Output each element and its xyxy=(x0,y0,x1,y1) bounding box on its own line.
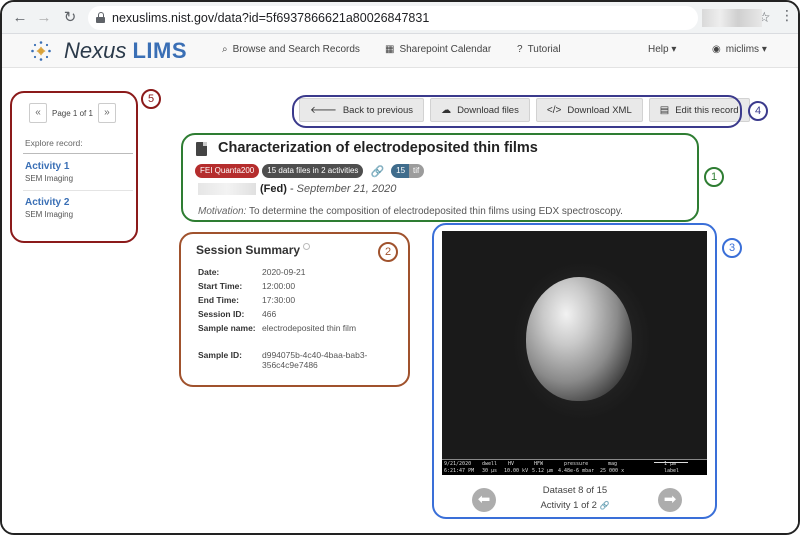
callout-number-4: 4 xyxy=(748,101,768,121)
question-icon: ? xyxy=(517,44,523,55)
callout-box-5 xyxy=(10,91,138,243)
nav-help-label: Help xyxy=(648,44,669,55)
callout-box-2 xyxy=(179,232,410,387)
callout-number-5: 5 xyxy=(141,89,161,109)
url-text[interactable]: nexuslims.nist.gov/data?id=5f6937866621a… xyxy=(112,11,429,25)
nav-help[interactable]: Help ▾ xyxy=(648,44,676,55)
brand-nexus: Nexus xyxy=(64,38,127,63)
user-icon: ◉ xyxy=(712,44,721,55)
caret-down-icon: ▾ xyxy=(671,44,677,55)
record-page: « Page 1 of 1 » Explore record: Activity… xyxy=(2,68,798,533)
brand-lims: LIMS xyxy=(132,38,188,63)
nexus-logo-icon[interactable] xyxy=(30,40,52,62)
app-window: ← → ↻ nexuslims.nist.gov/data?id=5f69378… xyxy=(0,0,800,535)
nav-calendar-label: Sharepoint Calendar xyxy=(399,44,492,55)
menu-icon[interactable]: ⋮ xyxy=(780,7,794,24)
search-icon: ⌕ xyxy=(222,44,228,55)
back-arrow-icon[interactable]: ← xyxy=(10,8,30,28)
callout-box-3 xyxy=(432,223,717,519)
caret-down-icon: ▾ xyxy=(761,44,767,55)
profile-avatar[interactable] xyxy=(702,9,762,27)
callout-box-1 xyxy=(181,133,699,222)
callout-number-3: 3 xyxy=(722,238,742,258)
nav-browse-label: Browse and Search Records xyxy=(232,44,360,55)
address-bar[interactable]: nexuslims.nist.gov/data?id=5f6937866621a… xyxy=(88,6,771,30)
nav-tutorial-label: Tutorial xyxy=(527,44,561,55)
reload-icon[interactable]: ↻ xyxy=(60,8,80,28)
callout-number-1: 1 xyxy=(704,167,724,187)
nav-calendar[interactable]: ▦ Sharepoint Calendar xyxy=(385,44,491,55)
forward-arrow-icon[interactable]: → xyxy=(34,8,54,28)
brand-logo[interactable]: Nexus LIMS xyxy=(64,38,187,64)
nav-browse[interactable]: ⌕ Browse and Search Records xyxy=(222,44,360,55)
nav-user-label: miclims xyxy=(725,44,760,55)
lock-icon xyxy=(96,12,105,23)
nav-user[interactable]: ◉ miclims ▾ xyxy=(712,44,767,55)
nav-tutorial[interactable]: ? Tutorial xyxy=(517,44,561,55)
app-navbar: Nexus LIMS ⌕ Browse and Search Records ▦ S… xyxy=(2,34,798,68)
callout-number-2: 2 xyxy=(378,242,398,262)
callout-box-4 xyxy=(292,95,742,128)
calendar-icon: ▦ xyxy=(385,44,395,55)
browser-toolbar: ← → ↻ nexuslims.nist.gov/data?id=5f69378… xyxy=(2,2,798,34)
